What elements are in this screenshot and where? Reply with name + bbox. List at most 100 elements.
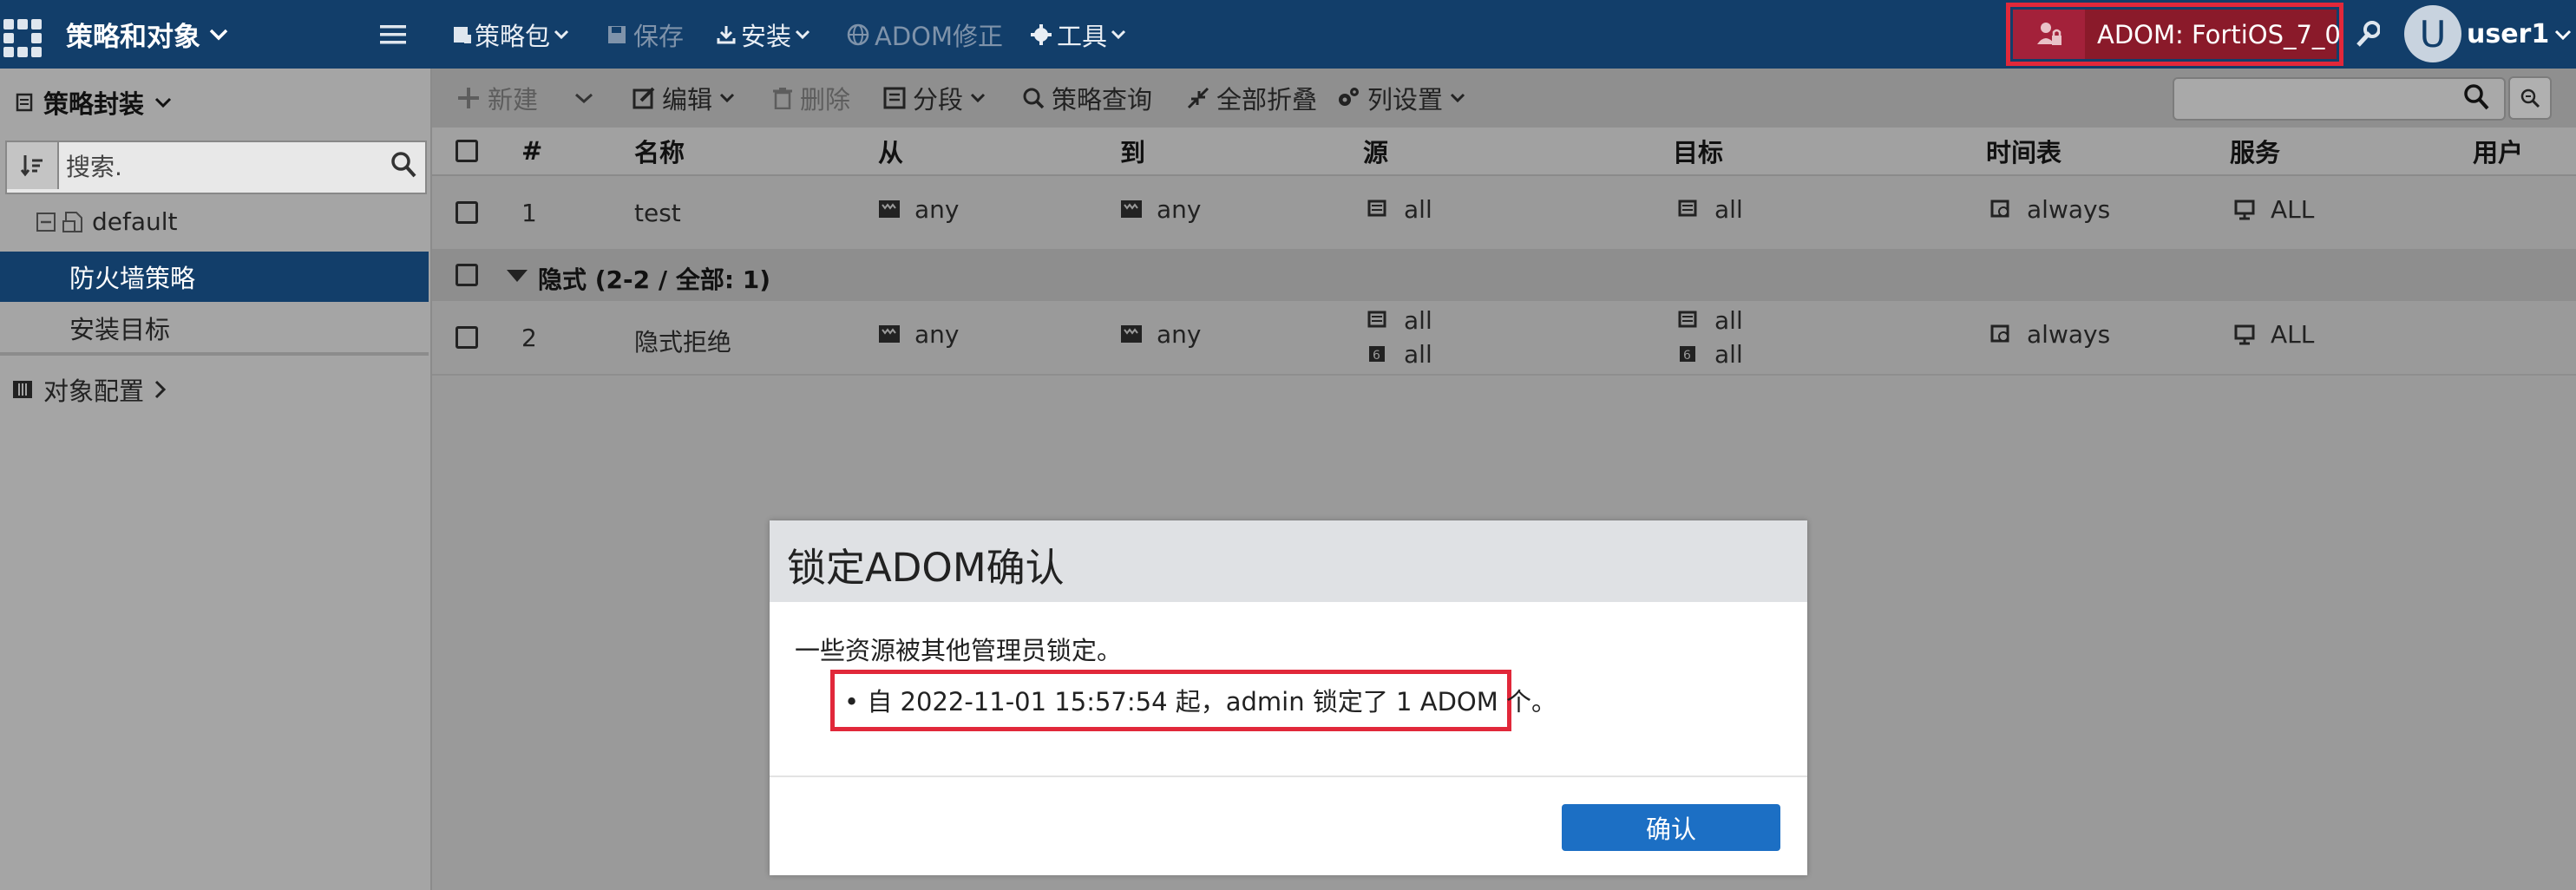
section-checkbox[interactable] [456, 264, 478, 286]
advanced-search-button[interactable] [2508, 76, 2552, 120]
sidebar: 策略封装 default 防火墙策略 安装目标 对象配置 [0, 69, 432, 890]
collapse-all-button[interactable]: 全部折叠 [1187, 69, 1317, 128]
edit-icon [633, 87, 655, 109]
collapse-all-label: 全部折叠 [1216, 85, 1318, 115]
section-label: 隐式 (2-2 / 全部: 1) [538, 265, 771, 294]
trash-icon [773, 88, 792, 109]
user-menu[interactable]: user1 [2467, 0, 2572, 69]
address-icon [1367, 200, 1386, 216]
install-menu[interactable]: 安装 [717, 0, 810, 69]
fortinet-logo-icon[interactable] [0, 0, 50, 69]
col-header-to[interactable]: 到 [1120, 128, 1145, 174]
column-settings-label: 列设置 [1367, 85, 1444, 115]
col-header-destination[interactable]: 目标 [1673, 128, 1723, 174]
policy-package-menu[interactable]: 策略包 [452, 0, 569, 69]
row-source-ipv4: all [1367, 306, 1432, 335]
col-header-from[interactable]: 从 [878, 128, 903, 174]
edit-label: 编辑 [662, 85, 713, 115]
row-destination-ipv6: 6 all [1678, 340, 1743, 369]
caret-down-icon[interactable] [507, 270, 528, 282]
col-header-service[interactable]: 服务 [2230, 128, 2280, 174]
policy-lookup-label: 策略查询 [1052, 85, 1153, 115]
column-settings-menu[interactable]: 列设置 [1336, 69, 1465, 128]
save-button[interactable]: 保存 [607, 0, 684, 69]
row-checkbox[interactable] [456, 201, 478, 224]
gear-icon [1031, 23, 1052, 45]
interface-icon [879, 324, 900, 343]
collapse-icon [36, 212, 56, 232]
row-checkbox[interactable] [456, 326, 478, 349]
chevron-down-icon [719, 93, 735, 103]
row-from-label: any [914, 195, 960, 224]
avatar[interactable]: U [2404, 5, 2461, 62]
table-row[interactable]: 2 隐式拒绝 any any all 6 all all 6 all alway… [432, 301, 2576, 376]
compress-icon [1187, 87, 1209, 109]
lock-info-item: • 自 2022-11-01 15:57:54 起，admin 锁定了 1 AD… [844, 687, 1557, 717]
row-service-label: ALL [2271, 320, 2315, 349]
row-service: ALL [2234, 195, 2314, 224]
row-from: any [878, 195, 959, 224]
ipv6-address-icon: 6 [1680, 345, 1695, 363]
sidebar-item-install-targets[interactable]: 安装目标 [0, 303, 429, 353]
row-schedule: always [1990, 195, 2110, 224]
tree-node-label: default [92, 207, 178, 236]
row-from-label: any [914, 320, 960, 349]
row-source-label: all [1404, 306, 1432, 335]
col-header-user[interactable]: 用户 [2473, 128, 2523, 174]
row-destination-ipv4: all [1678, 306, 1743, 335]
policy-package-title: 策略封装 [43, 89, 145, 119]
policy-lookup-button[interactable]: 策略查询 [1022, 69, 1152, 128]
app-title: 策略和对象 [66, 22, 200, 53]
chevron-right-icon [154, 380, 167, 399]
service-icon [2234, 200, 2255, 219]
col-header-name[interactable]: 名称 [634, 128, 685, 174]
search-icon[interactable] [390, 151, 416, 179]
select-all-checkbox[interactable] [456, 140, 478, 162]
row-source-label: all [1404, 195, 1432, 224]
object-config-section[interactable]: 对象配置 [12, 371, 167, 408]
row-source: all [1367, 195, 1432, 224]
new-dropdown-button[interactable] [574, 69, 593, 128]
chevron-down-icon [1450, 93, 1465, 103]
sort-button[interactable] [7, 142, 59, 189]
col-header-schedule[interactable]: 时间表 [1986, 128, 2061, 174]
policy-package-header[interactable]: 策略封装 [16, 84, 172, 121]
section-row[interactable]: 隐式 (2-2 / 全部: 1) [432, 251, 2576, 301]
row-num: 1 [521, 199, 537, 227]
edit-menu[interactable]: 编辑 [633, 69, 735, 128]
section-menu[interactable]: 分段 [883, 69, 986, 128]
sidebar-item-firewall-policy[interactable]: 防火墙策略 [0, 252, 429, 302]
chevron-down-icon [795, 29, 810, 39]
svg-text:6: 6 [1373, 349, 1380, 363]
col-header-source[interactable]: 源 [1363, 128, 1388, 174]
object-grid-icon [13, 381, 32, 398]
menu-toggle-icon[interactable] [380, 0, 406, 69]
delete-button[interactable]: 删除 [772, 69, 850, 128]
app-title-dropdown[interactable]: 策略和对象 [66, 0, 228, 69]
row-service: ALL [2234, 320, 2314, 349]
plus-icon [458, 88, 479, 108]
row-from: any [878, 320, 959, 349]
row-to: any [1120, 320, 1201, 349]
table-header: # 名称 从 到 源 目标 时间表 服务 用户 [432, 128, 2576, 176]
wrench-icon[interactable] [2354, 19, 2380, 49]
chevron-down-icon [2555, 29, 2572, 40]
adom-revision-button[interactable]: ADOM修正 [847, 0, 1003, 69]
sidebar-search-input[interactable] [64, 145, 380, 188]
table-row[interactable]: 1 test any any all all always ALL [432, 176, 2576, 251]
table-search-input[interactable] [2173, 77, 2506, 121]
row-destination-label: all [1714, 195, 1743, 224]
search-icon [1023, 88, 1045, 109]
chevron-down-icon [154, 97, 172, 108]
floppy-disk-icon [608, 25, 626, 43]
row-to: any [1120, 195, 1201, 224]
confirm-button[interactable]: 确认 [1562, 804, 1780, 851]
lock-adom-dialog: 锁定ADOM确认 一些资源被其他管理员锁定。 • 自 2022-11-01 15… [770, 520, 1807, 875]
new-button[interactable]: 新建 [456, 69, 538, 128]
tools-menu[interactable]: 工具 [1031, 0, 1126, 69]
col-header-num[interactable]: # [521, 128, 542, 174]
search-icon[interactable] [2463, 83, 2489, 111]
tree-node-default[interactable]: default [36, 207, 178, 236]
dialog-message: 一些资源被其他管理员锁定。 [795, 636, 1123, 665]
tools-label: 工具 [1057, 21, 1108, 51]
